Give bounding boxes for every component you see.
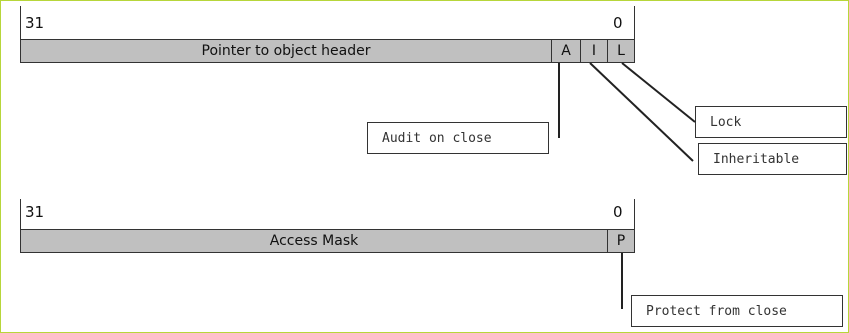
connector-lines bbox=[558, 62, 696, 309]
lock-connector bbox=[621, 62, 696, 123]
handle-layout-diagram: 31 0 Pointer to object header A I L Audi… bbox=[0, 0, 849, 333]
